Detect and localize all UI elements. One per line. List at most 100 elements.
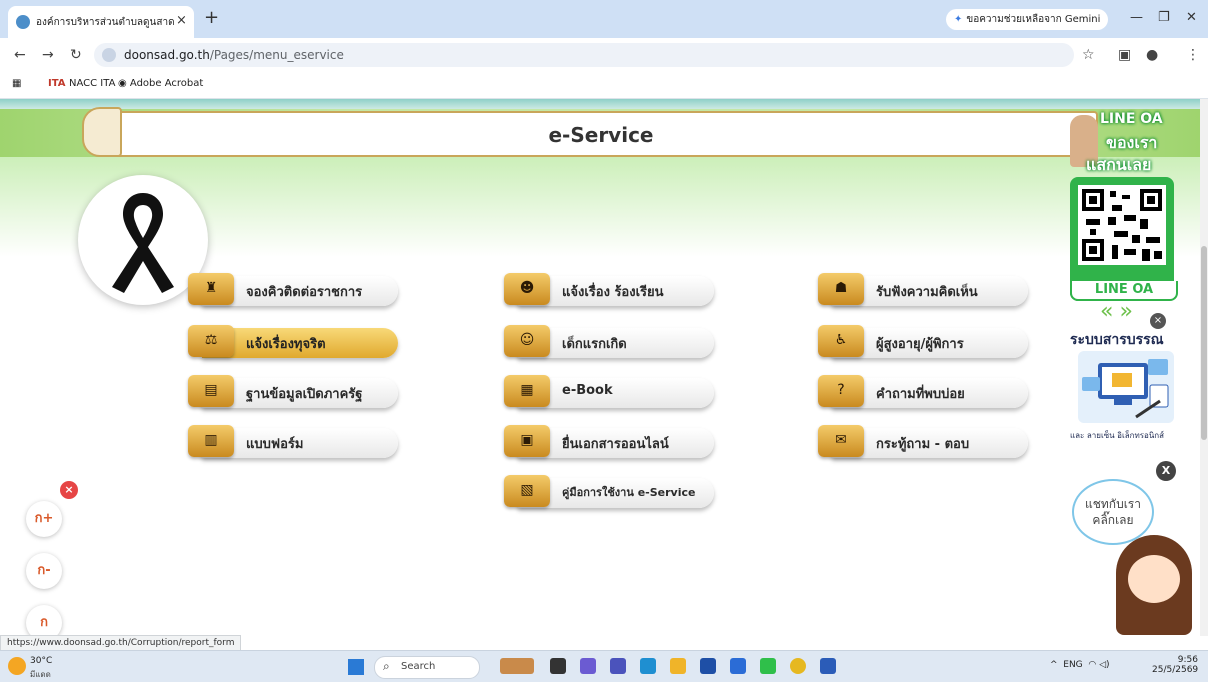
remote-desktop-icon[interactable] bbox=[730, 658, 746, 674]
chat-mascot-face-icon bbox=[1128, 555, 1180, 603]
service-opinion-button[interactable]: ☗ รับฟังความคิดเห็น bbox=[818, 273, 1028, 307]
chat-bubble[interactable]: แชทกับเรา คลิ๊กเลย bbox=[1072, 479, 1154, 545]
chat-line-2: คลิ๊กเลย bbox=[1092, 513, 1134, 527]
service-ebook-button[interactable]: ▦ e-Book bbox=[504, 375, 714, 409]
tab-close-icon[interactable]: × bbox=[176, 13, 187, 28]
page-title: e-Service bbox=[548, 123, 654, 147]
file-explorer-icon[interactable] bbox=[670, 658, 686, 674]
font-increase-button[interactable]: ก+ bbox=[26, 501, 62, 537]
site-info-icon[interactable] bbox=[102, 48, 116, 62]
page-content: e-Service ♜ จองคิวติดต่อราชการ ☻ แจ้งเรื… bbox=[0, 99, 1200, 636]
service-corruption-button[interactable]: ⚖ แจ้งเรื่องทุจริต bbox=[188, 325, 398, 359]
widget-icon[interactable] bbox=[500, 658, 534, 674]
scrollbar-thumb[interactable] bbox=[1201, 246, 1207, 440]
browser-tab-bar: องค์การบริหารส่วนตำบลดูนสาด × + ✦ ขอความช… bbox=[0, 0, 1208, 38]
volume-icon[interactable]: ◁) bbox=[1096, 660, 1109, 670]
apps-grid-icon[interactable]: ▦ bbox=[12, 78, 21, 89]
service-icon-box: ☗ bbox=[818, 273, 864, 305]
language-indicator[interactable]: ENG bbox=[1063, 660, 1082, 670]
profile-avatar-icon[interactable]: ● bbox=[1146, 47, 1158, 63]
faq-icon: ? bbox=[837, 382, 845, 398]
service-form-button[interactable]: ▥ แบบฟอร์ม bbox=[188, 425, 398, 459]
menu-kebab-icon[interactable]: ⋮ bbox=[1186, 47, 1200, 63]
word-icon[interactable] bbox=[820, 658, 836, 674]
banner-scroll-ornament bbox=[82, 107, 122, 157]
service-open-data-button[interactable]: ▤ ฐานข้อมูลเปิดภาครัฐ bbox=[188, 375, 398, 409]
bookmark-nacc-ita[interactable]: ITA NACC ITA bbox=[48, 78, 115, 89]
line-oa-scan: แสกนเลย bbox=[1086, 155, 1152, 174]
service-icon-box: ⚖ bbox=[188, 325, 234, 357]
opinion-icon: ☗ bbox=[834, 280, 848, 296]
gemini-button[interactable]: ✦ ขอความช่วยเหลือจาก Gemini bbox=[946, 9, 1109, 30]
weather-temp: 30°C bbox=[30, 656, 53, 666]
service-baby-button[interactable]: ☺ เด็กแรกเกิด bbox=[504, 325, 714, 359]
reading-mode-icon[interactable]: ▣ bbox=[1118, 47, 1131, 63]
font-reset-button[interactable]: ก bbox=[26, 605, 62, 636]
chat-close-icon[interactable]: X bbox=[1156, 461, 1176, 481]
chrome-icon[interactable] bbox=[790, 658, 806, 674]
wifi-icon[interactable]: ◠ bbox=[1083, 660, 1096, 670]
bookmark-adobe-acrobat[interactable]: ◉ Adobe Acrobat bbox=[118, 78, 203, 89]
service-label: e-Book bbox=[562, 383, 613, 398]
clock-time: 9:56 bbox=[1177, 655, 1198, 665]
service-complaint-button[interactable]: ☻ แจ้งเรื่อง ร้องเรียน bbox=[504, 273, 714, 307]
service-icon-box: ▧ bbox=[504, 475, 550, 507]
forward-icon[interactable]: → bbox=[42, 47, 54, 63]
service-icon-box: ▦ bbox=[504, 375, 550, 407]
service-elderly-button[interactable]: ♿ ผู้สูงอายุ/ผู้พิการ bbox=[818, 325, 1028, 359]
restore-icon[interactable]: ❐ bbox=[1158, 10, 1170, 25]
windows-start-icon[interactable] bbox=[348, 659, 364, 675]
back-icon[interactable]: ← bbox=[14, 47, 26, 63]
line-oa-heading: LINE OA bbox=[1100, 111, 1163, 127]
gemini-label: ขอความช่วยเหลือจาก Gemini bbox=[966, 14, 1101, 25]
service-label: กระทู้ถาม - ตอบ bbox=[876, 437, 970, 452]
new-tab-button[interactable]: + bbox=[204, 9, 219, 27]
edge-icon[interactable] bbox=[640, 658, 656, 674]
window-close-icon[interactable]: ✕ bbox=[1186, 10, 1197, 25]
bookmark-label: NACC ITA bbox=[69, 78, 116, 89]
service-queue-button[interactable]: ♜ จองคิวติดต่อราชการ bbox=[188, 273, 398, 307]
url-field[interactable]: doonsad.go.th/Pages/menu_eservice bbox=[94, 43, 1074, 67]
copilot-icon[interactable] bbox=[580, 658, 596, 674]
service-manual-button[interactable]: ▧ คู่มือการใช้งาน e-Service bbox=[504, 475, 714, 509]
service-icon-box: ♿ bbox=[818, 325, 864, 357]
service-faq-button[interactable]: ? คำถามที่พบบ่อย bbox=[818, 375, 1028, 409]
title-banner-box: e-Service bbox=[104, 111, 1098, 157]
nacc-logo-icon: ITA bbox=[48, 78, 69, 89]
tray-chevron-icon[interactable]: ^ bbox=[1050, 660, 1063, 670]
bookmarks-bar: ▦ ITA NACC ITA ◉ Adobe Acrobat bbox=[0, 72, 1208, 99]
teams-icon[interactable] bbox=[610, 658, 626, 674]
manual-icon: ▧ bbox=[520, 482, 534, 498]
search-icon: ⌕ bbox=[383, 659, 390, 673]
taskbar-search[interactable]: ⌕ Search bbox=[374, 656, 480, 679]
service-icon-box: ☺ bbox=[504, 325, 550, 357]
sarabun-illustration-icon[interactable] bbox=[1078, 351, 1174, 423]
service-label: ฐานข้อมูลเปิดภาครัฐ bbox=[246, 387, 363, 402]
browser-tab[interactable]: องค์การบริหารส่วนตำบลดูนสาด × bbox=[8, 6, 194, 38]
minimize-icon[interactable]: — bbox=[1130, 10, 1143, 25]
service-label: คู่มือการใช้งาน e-Service bbox=[562, 486, 696, 499]
service-icon-box: ☻ bbox=[504, 273, 550, 305]
store-icon[interactable] bbox=[700, 658, 716, 674]
adobe-icon: ◉ bbox=[118, 78, 130, 89]
bookmark-label: Adobe Acrobat bbox=[129, 78, 204, 89]
system-tray[interactable]: ^ ENG ◠ ◁) bbox=[1050, 660, 1110, 670]
line-app-icon[interactable] bbox=[760, 658, 776, 674]
reload-icon[interactable]: ↻ bbox=[70, 47, 82, 63]
site-favicon-icon bbox=[16, 15, 30, 29]
sarabun-title[interactable]: ระบบสารบรรณ bbox=[1070, 329, 1164, 351]
url-path: /Pages/menu_eservice bbox=[209, 48, 344, 62]
service-submit-doc-button[interactable]: ▣ ยื่นเอกสารออนไลน์ bbox=[504, 425, 714, 459]
baby-icon: ☺ bbox=[519, 332, 535, 348]
collapse-arrows-icon[interactable]: «» bbox=[1100, 299, 1139, 324]
clock[interactable]: 9:56 25/5/2569 bbox=[1152, 655, 1198, 675]
bookmark-star-icon[interactable]: ☆ bbox=[1082, 47, 1095, 63]
font-decrease-button[interactable]: ก- bbox=[26, 553, 62, 589]
line-oa-close-icon[interactable]: × bbox=[1150, 313, 1166, 329]
qr-code-icon bbox=[1078, 185, 1166, 265]
service-forum-button[interactable]: ✉ กระทู้ถาม - ตอบ bbox=[818, 425, 1028, 459]
tab-title: องค์การบริหารส่วนตำบลดูนสาด bbox=[36, 17, 175, 28]
font-tools-close-icon[interactable]: × bbox=[60, 481, 78, 499]
elderly-icon: ♿ bbox=[834, 332, 848, 348]
task-view-icon[interactable] bbox=[550, 658, 566, 674]
